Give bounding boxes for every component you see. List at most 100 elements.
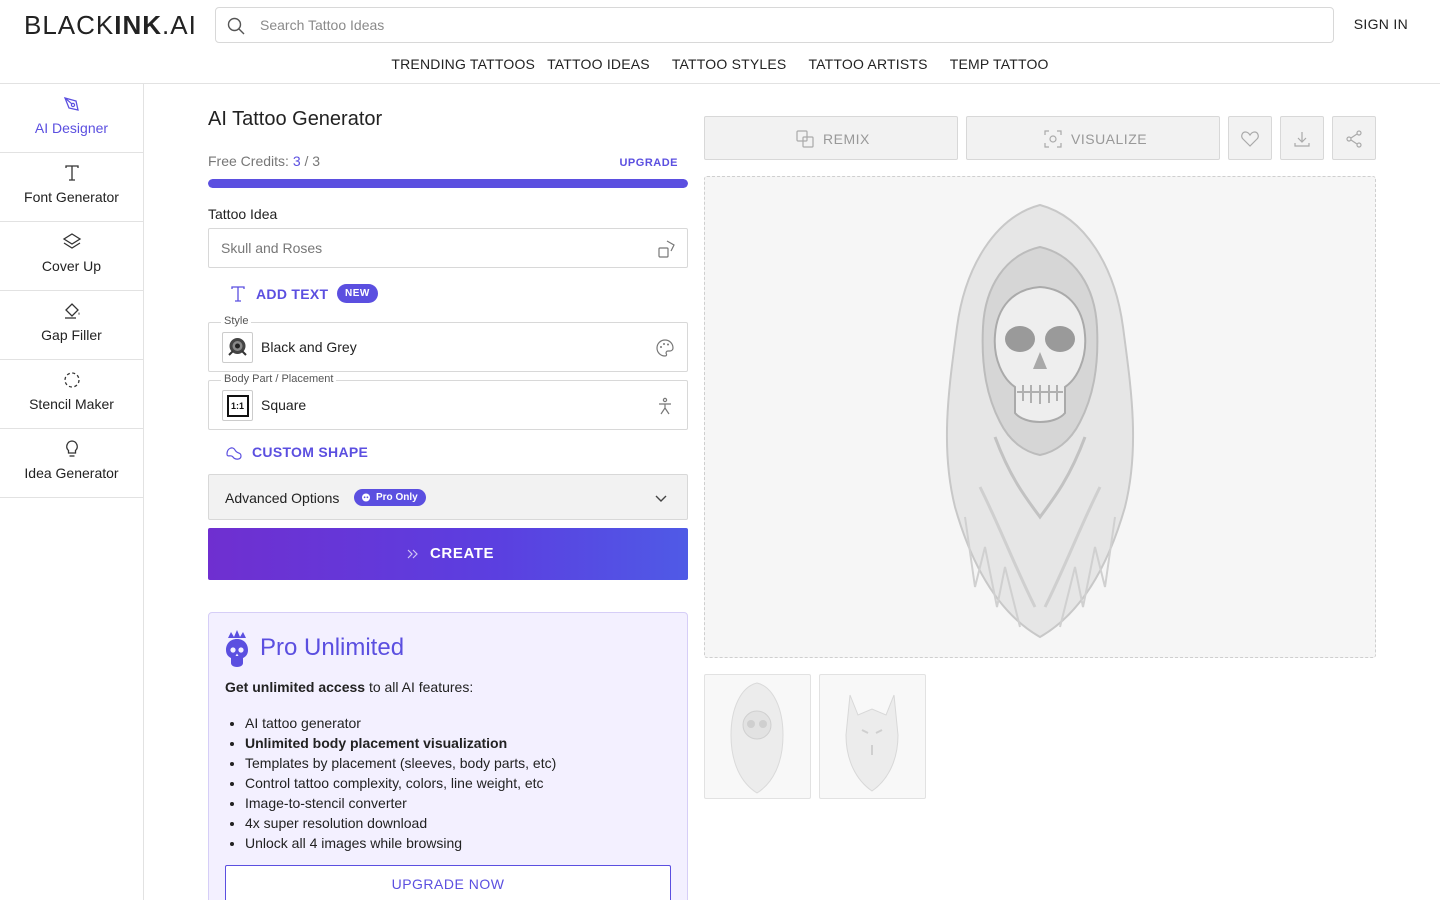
remix-icon [796,130,814,148]
list-item: Unlimited body placement visualization [245,733,556,753]
tattoo-idea-label: Tattoo Idea [208,206,278,222]
thumbnail-skull[interactable] [704,674,811,799]
search-icon [227,17,245,35]
sidebar-item-label: Idea Generator [24,465,119,481]
sidebar-item-label: AI Designer [34,120,109,136]
pro-card-desc-bold: Get unlimited access [225,679,366,695]
text-t-icon [231,286,245,302]
remix-button[interactable]: REMIX [704,116,958,160]
sidebar-item-idea-generator[interactable]: Idea Generator [0,429,143,498]
logo-text-bold: INK [114,10,163,40]
pro-card-desc-rest: to all AI features: [365,679,474,695]
style-value: Black and Grey [261,339,357,355]
credits-label: Free Credits: [208,153,289,169]
pen-nib-icon [63,97,79,111]
sidebar-item-stencil-maker[interactable]: Stencil Maker [0,360,143,429]
list-item: Image-to-stencil converter [245,793,556,813]
skull-crown-icon [226,630,248,667]
search-bar [215,7,1334,43]
dashed-circle-icon [63,372,80,388]
hooded-skull-image [885,187,1195,647]
pro-unlimited-card: Pro Unlimited Get unlimited access to al… [208,612,688,900]
advanced-options-label: Advanced Options [225,490,340,506]
credits-total: / 3 [304,153,321,169]
sidebar-item-label: Font Generator [24,189,119,205]
sidebar-item-gap-filler[interactable]: Gap Filler [0,291,143,360]
sidebar-item-label: Gap Filler [41,327,102,343]
list-item: 4x super resolution download [245,813,556,833]
create-button[interactable]: CREATE [208,528,688,580]
pro-feature-list: AI tattoo generator Unlimited body place… [245,713,556,853]
style-legend: Style [221,315,252,327]
list-item: AI tattoo generator [245,713,556,733]
skull-crown-icon [362,493,370,502]
upgrade-now-button[interactable]: UPGRADE NOW [225,865,671,900]
visualize-button[interactable]: VISUALIZE [966,116,1220,160]
lightbulb-icon [65,440,78,457]
top-header: BLACKINK.AI SIGN IN TRENDING TATTOOS TATT… [0,0,1440,84]
nav-tattoo-styles[interactable]: TATTOO STYLES [672,56,787,72]
sign-in-link[interactable]: SIGN IN [1354,16,1408,32]
search-input[interactable] [260,8,1320,42]
add-text-button[interactable]: ADD TEXT [256,286,328,302]
list-item: Templates by placement (sleeves, body pa… [245,753,556,773]
thumbnail-wolf[interactable] [819,674,926,799]
nav-tattoo-artists[interactable]: TATTOO ARTISTS [808,56,927,72]
paint-bucket-icon [64,303,79,319]
list-item: Unlock all 4 images while browsing [245,833,556,853]
double-chevron-right-icon [407,549,418,559]
logo[interactable]: BLACKINK.AI [24,10,197,41]
sidebar: AI Designer Font Generator Cover Up Gap … [0,84,144,900]
style-select[interactable]: Style Black and Grey [208,315,688,372]
shapes-icon[interactable] [657,239,677,259]
sidebar-item-cover-up[interactable]: Cover Up [0,222,143,291]
share-button[interactable] [1332,116,1376,160]
body-figure-icon [659,397,671,415]
placement-value: Square [261,397,307,413]
nav-tattoo-ideas[interactable]: TATTOO IDEAS [547,56,650,72]
custom-shape-row[interactable]: CUSTOM SHAPE [208,430,688,474]
favorite-button[interactable] [1228,116,1272,160]
tattoo-preview[interactable] [704,176,1376,658]
skull-thumbnail-image [730,682,784,794]
visualize-label: VISUALIZE [1071,131,1148,147]
pro-only-badge: Pro Only [354,489,426,506]
visualize-eye-icon [1044,130,1062,148]
sidebar-item-ai-designer[interactable]: AI Designer [0,84,143,153]
pro-card-description: Get unlimited access to all AI features: [225,679,473,695]
text-t-icon [64,165,79,181]
sidebar-item-font-generator[interactable]: Font Generator [0,153,143,222]
download-icon [1294,132,1310,147]
page-title: AI Tattoo Generator [208,108,383,130]
rose-icon [228,338,247,356]
placement-select[interactable]: Body Part / Placement 1:1 Square [208,373,688,430]
add-text-row[interactable]: ADD TEXT NEW [208,272,688,316]
share-icon [1346,130,1362,148]
logo-text-suffix: .AI [162,10,197,40]
create-button-label: CREATE [430,545,495,562]
generator-form: AI Tattoo Generator Free Credits: 3 / 3 … [208,100,688,900]
nav-temp-tattoo[interactable]: TEMP TATTOO [950,56,1049,72]
credits-progress-fill [208,179,688,188]
placement-legend: Body Part / Placement [221,373,337,385]
style-thumbnail [222,332,253,363]
tattoo-idea-field[interactable]: Skull and Roses [208,228,688,268]
credits-used: 3 [292,153,301,169]
wolf-thumbnail-image [845,694,899,792]
custom-shape-icon [226,447,242,460]
download-button[interactable] [1280,116,1324,160]
heart-icon [1241,131,1259,147]
pro-card-title: Pro Unlimited [260,634,405,661]
list-item: Control tattoo complexity, colors, line … [245,773,556,793]
square-ratio-icon: 1:1 [226,394,249,417]
sidebar-item-label: Stencil Maker [29,396,114,412]
new-badge: NEW [337,284,378,303]
custom-shape-button[interactable]: CUSTOM SHAPE [252,444,368,460]
sidebar-item-label: Cover Up [41,258,102,274]
advanced-options-toggle[interactable]: Advanced Options Pro Only [208,474,688,520]
placement-thumbnail: 1:1 [222,390,253,421]
nav-trending-tattoos[interactable]: TRENDING TATTOOS [391,56,535,72]
chevron-down-icon [655,495,667,502]
pro-only-label: Pro Only [376,492,418,503]
upgrade-link[interactable]: UPGRADE [619,157,678,169]
